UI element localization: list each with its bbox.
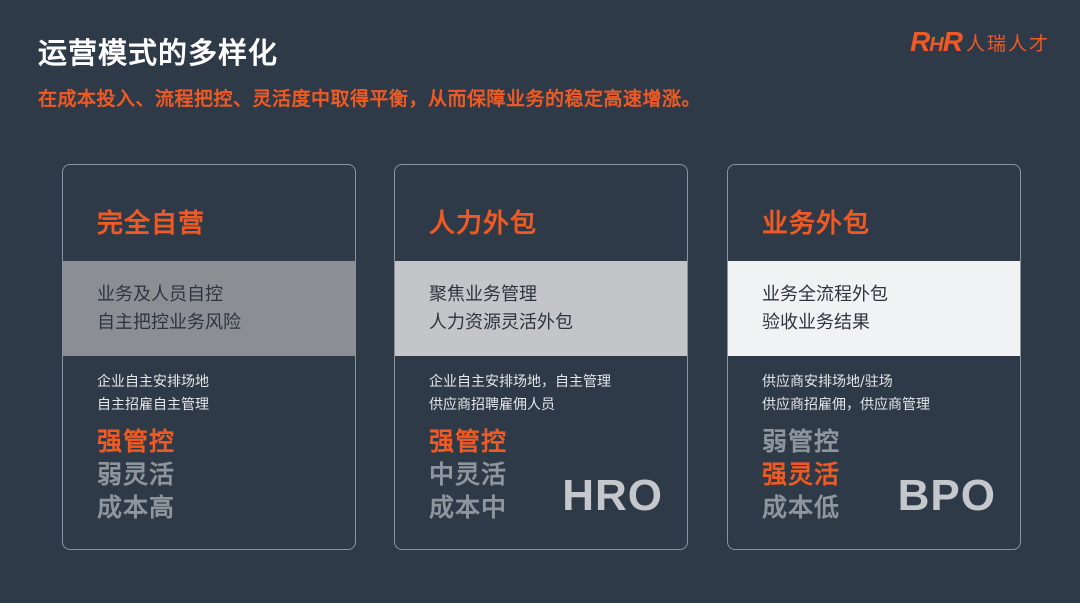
card-details: 供应商安排场地/驻场 供应商招雇佣，供应商管理 [762,371,930,417]
band-line: 聚焦业务管理 [429,284,537,305]
card-levels: 强管控 弱灵活 成本高 [97,425,175,524]
detail-line: 供应商招聘雇佣人员 [429,397,555,413]
band-line: 人力资源灵活外包 [429,312,573,333]
detail-line: 企业自主安排场地，自主管理 [429,374,611,390]
detail-line: 供应商安排场地/驻场 [762,374,893,390]
card-details: 企业自主安排场地，自主管理 供应商招聘雇佣人员 [429,371,611,417]
model-label: BPO [897,471,996,520]
logo-mark: RHR [910,26,963,57]
card-levels: 强管控 中灵活 成本中 [429,425,507,524]
level-control: 强管控 [97,427,176,456]
card-bpo: 业务外包 业务全流程外包 验收业务结果 供应商安排场地/驻场 供应商招雇佣，供应… [727,164,1021,550]
card-title: 人力外包 [429,209,538,239]
card-band: 聚焦业务管理 人力资源灵活外包 [395,261,687,356]
card-band: 业务全流程外包 验收业务结果 [728,261,1020,356]
level-flexibility: 中灵活 [429,460,508,489]
level-cost: 成本低 [762,493,841,522]
band-line: 验收业务结果 [762,312,870,333]
level-flexibility: 弱灵活 [97,460,176,489]
card-band: 业务及人员自控 自主把控业务风险 [63,261,355,356]
level-cost: 成本中 [429,493,508,522]
band-line: 业务全流程外包 [762,284,888,305]
level-flexibility: 强灵活 [762,460,841,489]
model-label: HRO [562,471,663,520]
band-line: 业务及人员自控 [97,284,223,305]
card-title: 业务外包 [762,209,871,239]
card-details: 企业自主安排场地 自主招雇自主管理 [97,371,209,417]
card-levels: 弱管控 强灵活 成本低 [762,425,840,524]
page-title: 运营模式的多样化 [38,36,279,70]
card-hro: 人力外包 聚焦业务管理 人力资源灵活外包 企业自主安排场地，自主管理 供应商招聘… [394,164,688,550]
card-self-operated: 完全自营 业务及人员自控 自主把控业务风险 企业自主安排场地 自主招雇自主管理 … [62,164,356,550]
level-control: 强管控 [429,427,508,456]
level-control: 弱管控 [762,427,841,456]
brand-logo: RHR 人瑞人才 [910,26,1050,58]
detail-line: 供应商招雇佣，供应商管理 [762,397,930,413]
logo-name: 人瑞人才 [965,32,1050,55]
level-cost: 成本高 [97,493,176,522]
detail-line: 自主招雇自主管理 [97,397,209,413]
card-title: 完全自营 [97,209,206,239]
page-subtitle: 在成本投入、流程把控、灵活度中取得平衡，从而保障业务的稳定高速增涨。 [38,88,702,110]
band-line: 自主把控业务风险 [97,312,241,333]
detail-line: 企业自主安排场地 [97,374,209,390]
